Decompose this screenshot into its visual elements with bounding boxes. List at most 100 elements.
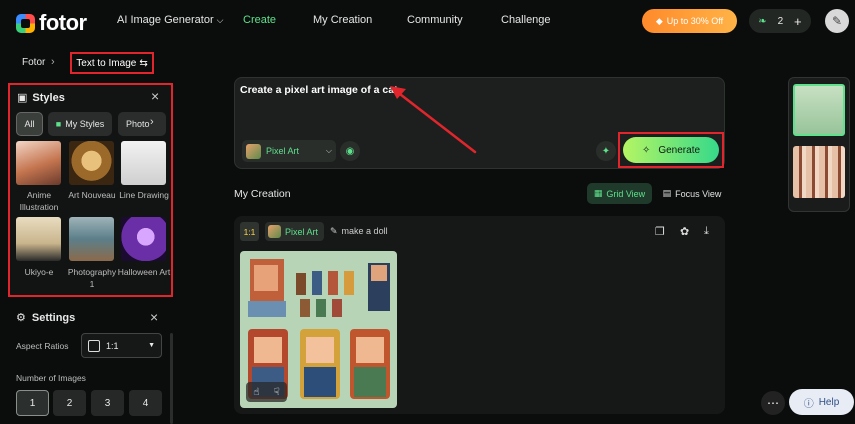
add-credits-icon[interactable]: + <box>794 14 802 29</box>
settings-header: ⚙ Settings <box>16 311 76 325</box>
close-settings-icon[interactable]: × <box>150 309 158 325</box>
chevron-down-icon: ⌵ <box>325 146 332 155</box>
breadcrumb-current[interactable]: Text to Image ⇆ <box>70 52 154 74</box>
style-thumb-ukiyo-e[interactable] <box>16 217 61 261</box>
style-label: Art Nouveau <box>68 190 116 200</box>
style-tag: Pixel Art <box>265 222 324 241</box>
breadcrumb-root[interactable]: Fotor <box>22 57 45 68</box>
annotation-arrow <box>390 86 477 154</box>
history-thumb-1[interactable] <box>793 84 845 136</box>
generate-label: Generate <box>658 144 701 156</box>
style-label: Ukiyo-e <box>24 267 54 277</box>
style-thumb-art-nouveau[interactable] <box>69 141 114 185</box>
style-thumb-halloween[interactable] <box>121 217 166 261</box>
my-creation-title: My Creation <box>234 188 291 200</box>
style-settings-icon[interactable]: ◉ <box>340 141 360 161</box>
more-options-icon[interactable]: ⋯ <box>761 391 785 415</box>
focus-view-label: Focus View <box>675 188 722 199</box>
pixel-art-thumb <box>246 143 261 159</box>
fotor-logo-icon <box>16 13 35 33</box>
magic-enhance-icon[interactable]: ✦ <box>596 141 616 161</box>
copy-icon[interactable]: ❐ <box>655 225 665 238</box>
style-thumb-anime[interactable] <box>16 141 61 185</box>
pixel-art-thumb <box>268 225 281 238</box>
aspect-ratio-select[interactable]: 1:1 ▼ <box>81 333 162 358</box>
square-icon <box>88 339 100 352</box>
nav-community[interactable]: Community <box>407 14 463 26</box>
aspect-ratio-label: Aspect Ratios <box>16 341 69 351</box>
breadcrumb-current-label: Text to Image <box>76 57 137 69</box>
grid-view-label: Grid View <box>606 188 646 199</box>
style-selector[interactable]: Pixel Art ⌵ <box>242 140 336 162</box>
style-chip-label: Pixel Art <box>266 146 300 156</box>
sidebar-scrollbar[interactable] <box>170 333 173 424</box>
settings-title: Settings <box>31 311 76 324</box>
styles-title: Styles <box>32 91 65 104</box>
promo-button[interactable]: ◆ Up to 30% Off <box>642 9 737 33</box>
style-label: Line Drawing <box>119 190 169 200</box>
switch-icon: ⇆ <box>139 57 148 69</box>
count-option-1[interactable]: 1 <box>16 390 49 416</box>
promo-label: Up to 30% Off <box>666 16 724 26</box>
feedback-bar: ☝ ☟ <box>246 382 287 402</box>
close-styles-icon[interactable]: × <box>151 88 159 104</box>
edit-icon: ✎ <box>330 226 338 236</box>
user-avatar[interactable]: ✎ <box>825 9 849 33</box>
style-thumb-line-drawing[interactable] <box>121 141 166 185</box>
styles-icon: ▣ <box>17 92 28 104</box>
grid-view-button[interactable]: ▦ Grid View <box>587 183 652 204</box>
styles-panel: ▣ Styles × All ■ My Styles Photo › Anime… <box>8 83 173 297</box>
tab-photo[interactable]: Photo <box>118 112 166 136</box>
aspect-ratio-value: 1:1 <box>106 340 119 351</box>
prompt-description[interactable]: ✎ make a doll <box>330 226 388 237</box>
history-thumb-2[interactable] <box>793 146 845 198</box>
help-icon: ⓘ <box>803 398 814 410</box>
tab-my-styles[interactable]: ■ My Styles <box>48 112 112 136</box>
tab-photo-label: Photo <box>126 119 150 129</box>
thumbs-down-icon[interactable]: ☟ <box>274 387 280 398</box>
help-label: Help <box>818 396 840 408</box>
nav-my-creation[interactable]: My Creation <box>313 14 372 26</box>
description-text: make a doll <box>341 226 388 236</box>
nav-ai-image-generator[interactable]: AI Image Generator ⌵ <box>117 14 224 26</box>
focus-view-button[interactable]: ▤ Focus View <box>658 183 726 204</box>
my-styles-icon: ■ <box>55 119 62 129</box>
count-option-4[interactable]: 4 <box>129 390 162 416</box>
style-label: Photography 1 <box>67 267 117 289</box>
chevron-right-icon: › <box>51 56 55 68</box>
credits-count: 2 <box>777 15 784 27</box>
style-label: Anime Illustration <box>19 190 59 212</box>
chevron-down-icon: ⌵ <box>216 15 224 25</box>
count-option-2[interactable]: 2 <box>53 390 86 416</box>
leaf-icon: ❧ <box>758 15 767 27</box>
style-thumb-photography[interactable] <box>69 217 114 261</box>
avatar-icon: ✎ <box>831 14 843 28</box>
thumbs-up-icon[interactable]: ☝ <box>253 387 259 398</box>
style-label: Halloween Art <box>117 267 171 277</box>
magic-wand-icon: ✧ <box>641 144 651 156</box>
tab-all[interactable]: All <box>16 112 43 136</box>
nav-label: AI Image Generator <box>117 14 214 26</box>
diamond-icon: ◆ <box>655 15 663 26</box>
number-of-images-label: Number of Images <box>16 373 86 383</box>
prompt-input[interactable]: Create a pixel art image of a cat <box>240 84 398 96</box>
credits-widget[interactable]: ❧ 2 + <box>749 9 811 33</box>
chevron-right-icon[interactable]: › <box>150 116 154 128</box>
style-tag-label: Pixel Art <box>285 226 319 237</box>
logo-text: fotor <box>39 10 87 35</box>
variation-icon[interactable]: ✿ <box>680 225 689 238</box>
fotor-logo[interactable]: fotor <box>16 10 87 36</box>
caret-down-icon: ▼ <box>148 342 155 349</box>
settings-icon: ⚙ <box>16 312 26 324</box>
download-icon[interactable]: ⤓ <box>704 225 709 238</box>
ratio-tag: 1:1 <box>240 222 259 241</box>
tab-my-styles-label: My Styles <box>65 119 105 129</box>
focus-icon: ▤ <box>662 188 672 198</box>
nav-create[interactable]: Create <box>243 14 276 26</box>
generate-button[interactable]: ✧ Generate <box>623 137 719 163</box>
styles-header: ▣ Styles <box>17 91 65 105</box>
help-button[interactable]: ⓘ Help <box>789 389 854 415</box>
count-option-3[interactable]: 3 <box>91 390 124 416</box>
grid-icon: ▦ <box>593 188 603 198</box>
nav-challenge[interactable]: Challenge <box>501 14 551 26</box>
